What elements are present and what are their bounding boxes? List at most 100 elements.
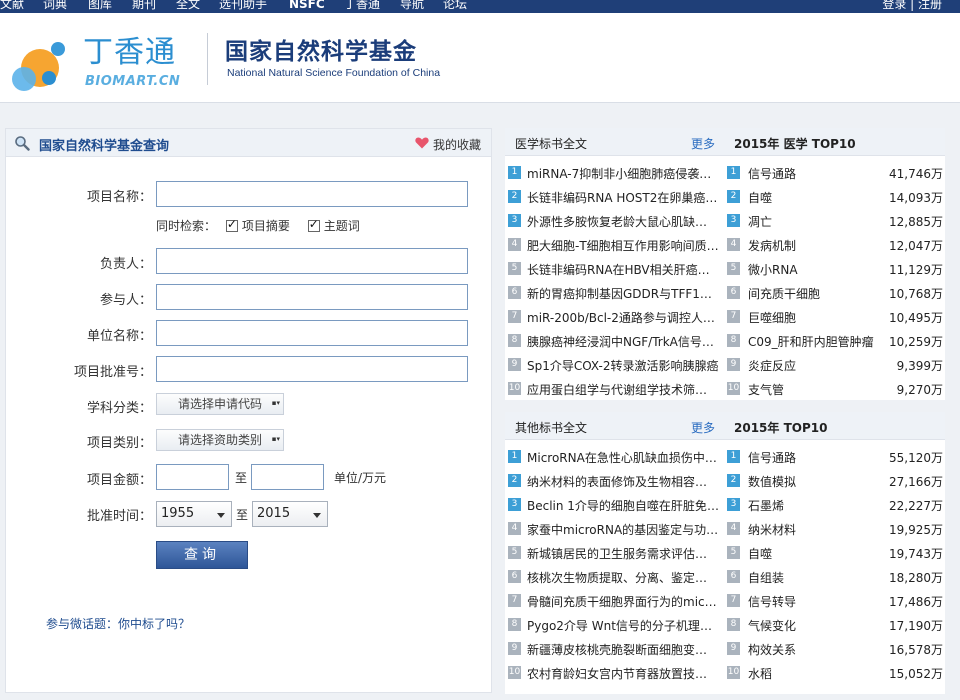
list-item: 10 农村育龄妇女宫内节育器放置技术研究 10 水稻 15,052万 — [505, 661, 945, 685]
proposal-link[interactable]: 骨髓间充质干细胞界面行为的microRNA — [527, 593, 719, 610]
proposal-link[interactable]: 核桃次生物质提取、分离、鉴定及活性 — [527, 569, 719, 586]
keyword-link[interactable]: 气候变化 — [748, 617, 878, 634]
proposal-link[interactable]: Pygo2介导 Wnt信号的分子机理和功能 — [527, 617, 719, 634]
keyword-link[interactable]: 炎症反应 — [748, 357, 878, 374]
nav-item-fulltext[interactable]: 全文 — [176, 0, 200, 11]
keyword-link[interactable]: 水稻 — [748, 665, 878, 682]
keyword-link[interactable]: 构效关系 — [748, 641, 878, 658]
heart-icon[interactable] — [415, 137, 429, 149]
keyword-link[interactable]: 自组装 — [748, 569, 878, 586]
nav-item-dictionary[interactable]: 词典 — [43, 0, 67, 11]
magnifier-icon — [15, 136, 30, 151]
medical-panel-title: 医学标书全文 — [515, 137, 588, 151]
rank-badge: 1 — [727, 166, 740, 179]
list-item: 4 家蚕中microRNA的基因鉴定与功能分析 4 纳米材料 19,925万 — [505, 517, 945, 541]
year-from-select[interactable]: 1955 — [156, 501, 232, 527]
login-register-links[interactable]: 登录 | 注册 — [882, 0, 942, 11]
funding-amount: 15,052万 — [889, 667, 943, 681]
other-more-link[interactable]: 更多 — [691, 419, 715, 436]
micro-topic-link[interactable]: 参与微话题：你中标了吗？ — [46, 615, 190, 632]
rank-badge: 1 — [727, 450, 740, 463]
amount-from-input[interactable] — [156, 464, 229, 490]
keyword-link[interactable]: 微小RNA — [748, 261, 878, 278]
proposal-link[interactable]: 新疆薄皮核桃壳脆裂断面细胞变异特征 — [527, 641, 719, 658]
nav-item-literature[interactable]: 文献 — [0, 0, 24, 11]
keyword-link[interactable]: 数值模拟 — [748, 473, 878, 490]
nav-item-forum[interactable]: 论坛 — [443, 0, 467, 11]
keyword-link[interactable]: 石墨烯 — [748, 497, 878, 514]
proposal-link[interactable]: 长链非编码RNA HOST2在卵巢癌中的作用 — [527, 189, 719, 206]
nav-item-journal-assistant[interactable]: 选刊助手 — [219, 0, 267, 11]
rank-badge: 4 — [508, 522, 521, 535]
rank-badge: 4 — [727, 238, 740, 251]
proposal-link[interactable]: 胰腺癌神经浸润中NGF/TrkA信号通路 — [527, 333, 719, 350]
keyword-link[interactable]: 巨噬细胞 — [748, 309, 878, 326]
keyword-link[interactable]: 自噬 — [748, 189, 878, 206]
proposal-link[interactable]: 长链非编码RNA在HBV相关肝癌发生中的作用 — [527, 261, 719, 278]
abstract-checkbox[interactable] — [225, 217, 238, 232]
unit-name-input[interactable] — [156, 320, 468, 346]
proposal-link[interactable]: 家蚕中microRNA的基因鉴定与功能分析 — [527, 521, 719, 538]
keyword-link[interactable]: 信号通路 — [748, 165, 878, 182]
participant-input[interactable] — [156, 284, 468, 310]
proposal-link[interactable]: 新的胃癌抑制基因GDDR与TFF1相互作用 — [527, 285, 719, 302]
list-item: 1 miRNA-7抑制非小细胞肺癌侵袭转移 1 信号通路 41,746万 — [505, 161, 945, 185]
rank-badge: 10 — [508, 382, 521, 395]
nav-item-biomart[interactable]: 丁香通 — [344, 0, 380, 11]
list-item: 4 肥大细胞-T细胞相互作用影响间质性膀胱炎 4 发病机制 12,047万 — [505, 233, 945, 257]
top-nav-bar: 文献 词典 图库 期刊 全文 选刊助手 NSFC 丁香通 导航 论坛 登录 | … — [0, 0, 960, 13]
my-favorites-link[interactable]: 我的收藏 — [433, 136, 481, 153]
keyword-link[interactable]: 支气管 — [748, 381, 878, 398]
proposal-link[interactable]: 农村育龄妇女宫内节育器放置技术研究 — [527, 665, 719, 682]
keyword-link[interactable]: 发病机制 — [748, 237, 878, 254]
category-select-button[interactable]: 请选择资助类别 ▪▾ — [156, 429, 284, 451]
approval-number-input[interactable] — [156, 356, 468, 382]
rank-badge: 6 — [508, 570, 521, 583]
keywords-checkbox[interactable] — [307, 217, 320, 232]
proposal-link[interactable]: 外源性多胺恢复老龄大鼠心肌缺血后适应 — [527, 213, 719, 230]
amount-to-input[interactable] — [251, 464, 324, 490]
proposal-link[interactable]: 应用蛋白组学与代谢组学技术筛选标志物 — [527, 381, 719, 398]
keyword-link[interactable]: C09_肝和肝内胆管肿瘤 — [748, 333, 878, 350]
nav-item-journals[interactable]: 期刊 — [132, 0, 156, 11]
nav-item-navigation[interactable]: 导航 — [400, 0, 424, 11]
list-item: 2 长链非编码RNA HOST2在卵巢癌中的作用 2 自噬 14,093万 — [505, 185, 945, 209]
other-panel-header: 其他标书全文 更多 2015年 TOP10 — [505, 412, 945, 440]
keyword-link[interactable]: 信号转导 — [748, 593, 878, 610]
funding-amount: 10,259万 — [889, 335, 943, 349]
nav-item-nsfc[interactable]: NSFC — [289, 0, 325, 11]
list-item: 7 骨髓间充质干细胞界面行为的microRNA 7 信号转导 17,486万 — [505, 589, 945, 613]
page-title: 国家自然科学基金 — [225, 39, 417, 65]
query-submit-button[interactable]: 查询 — [156, 541, 248, 569]
proposal-link[interactable]: 肥大细胞-T细胞相互作用影响间质性膀胱炎 — [527, 237, 719, 254]
keyword-link[interactable]: 信号通路 — [748, 449, 878, 466]
year-to-label: 至 — [236, 508, 249, 522]
rank-badge: 2 — [508, 474, 521, 487]
funding-amount: 14,093万 — [889, 191, 943, 205]
keyword-link[interactable]: 自噬 — [748, 545, 878, 562]
project-name-input[interactable] — [156, 181, 468, 207]
list-item: 6 核桃次生物质提取、分离、鉴定及活性 6 自组装 18,280万 — [505, 565, 945, 589]
proposal-link[interactable]: Beclin 1介导的细胞自噬在肝脏免疫中 — [527, 497, 719, 514]
leader-input[interactable] — [156, 248, 468, 274]
proposal-link[interactable]: MicroRNA在急性心肌缺血损伤中的作用 — [527, 449, 719, 466]
medical-more-link[interactable]: 更多 — [691, 135, 715, 152]
rank-badge: 5 — [727, 546, 740, 559]
proposal-link[interactable]: 新城镇居民的卫生服务需求评估和对策 — [527, 545, 719, 562]
nav-item-gallery[interactable]: 图库 — [88, 0, 112, 11]
funding-amount: 11,129万 — [889, 263, 943, 277]
logo-cn-text[interactable]: 丁香通 — [83, 35, 176, 71]
proposal-link[interactable]: Sp1介导COX-2转录激活影响胰腺癌 — [527, 357, 719, 374]
subject-select-button[interactable]: 请选择申请代码 ▪▾ — [156, 393, 284, 415]
keyword-link[interactable]: 间充质干细胞 — [748, 285, 878, 302]
keyword-link[interactable]: 凋亡 — [748, 213, 878, 230]
proposal-link[interactable]: miR-200b/Bcl-2通路参与调控人结肠癌 — [527, 309, 719, 326]
list-item: 5 新城镇居民的卫生服务需求评估和对策 5 自噬 19,743万 — [505, 541, 945, 565]
query-panel-title: 国家自然科学基金查询 — [39, 139, 170, 154]
year-to-select[interactable]: 2015 — [252, 501, 328, 527]
list-item: 10 应用蛋白组学与代谢组学技术筛选标志物 10 支气管 9,270万 — [505, 377, 945, 401]
keyword-link[interactable]: 纳米材料 — [748, 521, 878, 538]
year-to-value: 2015 — [257, 506, 291, 521]
proposal-link[interactable]: 纳米材料的表面修饰及生物相容性研究 — [527, 473, 719, 490]
proposal-link[interactable]: miRNA-7抑制非小细胞肺癌侵袭转移 — [527, 165, 719, 182]
